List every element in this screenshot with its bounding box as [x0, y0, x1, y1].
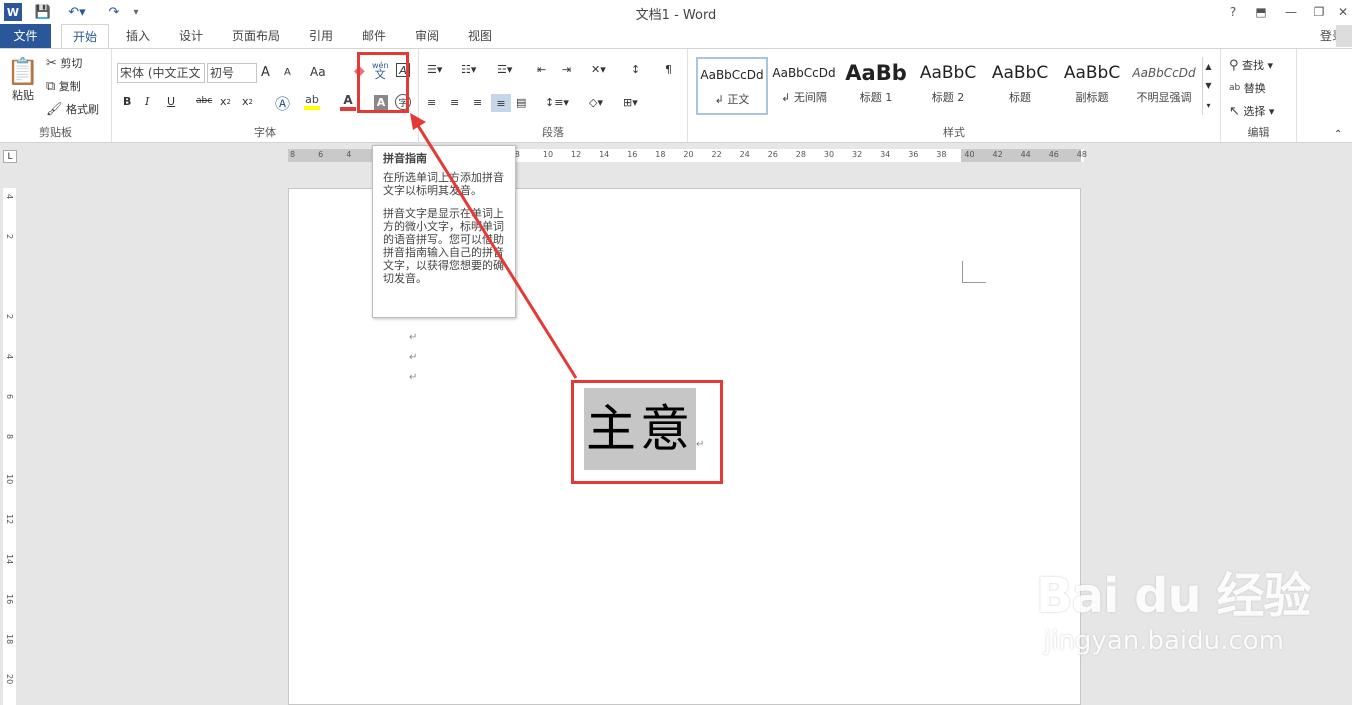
- watermark-url: jingyan.baidu.com: [1044, 626, 1284, 656]
- baidu-watermark: Bai du 经验 jingyan.baidu.com: [1036, 556, 1352, 680]
- watermark-logo: Bai du 经验: [1036, 568, 1311, 624]
